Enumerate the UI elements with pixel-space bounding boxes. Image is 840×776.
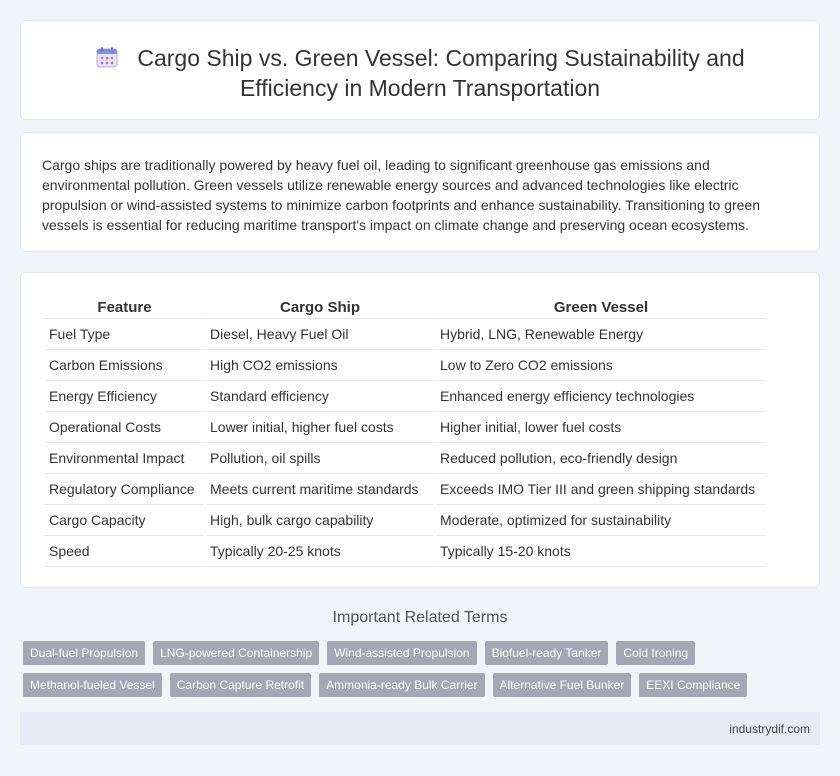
cargo-ship-cell: Typically 20-25 knots <box>206 536 434 567</box>
tag-cold-ironing[interactable]: Cold Ironing <box>616 641 696 665</box>
tag-wind-assisted-propulsion[interactable]: Wind-assisted Propulsion <box>327 641 477 665</box>
feature-cell: Operational Costs <box>45 412 204 443</box>
header-card: Cargo Ship vs. Green Vessel: Comparing S… <box>20 20 820 120</box>
feature-cell: Energy Efficiency <box>45 381 204 412</box>
green-vessel-cell: Typically 15-20 knots <box>436 536 766 567</box>
tag-dual-fuel-propulsion[interactable]: Dual-fuel Propulsion <box>23 641 146 665</box>
footer-site[interactable]: industrydif.com <box>729 722 810 736</box>
title-line-2: Efficiency in Modern Transportation <box>239 75 601 101</box>
page-title: Cargo Ship vs. Green Vessel: Comparing S… <box>21 43 819 103</box>
footer: industrydif.com <box>20 712 820 745</box>
table-row: Fuel Type Diesel, Heavy Fuel Oil Hybrid,… <box>45 319 766 350</box>
tag-lng-powered-containership[interactable]: LNG-powered Containership <box>153 641 320 665</box>
title-line-1: Cargo Ship vs. Green Vessel: Comparing S… <box>137 45 745 71</box>
tag-eexi-compliance[interactable]: EEXI Compliance <box>639 673 748 697</box>
tag-row: Dual-fuel Propulsion LNG-powered Contain… <box>23 641 783 665</box>
feature-cell: Environmental Impact <box>45 443 204 474</box>
table-row: Speed Typically 20-25 knots Typically 15… <box>45 536 766 567</box>
tag-biofuel-ready-tanker[interactable]: Biofuel-ready Tanker <box>484 641 609 665</box>
tag-alternative-fuel-bunker[interactable]: Alternative Fuel Bunker <box>492 673 632 697</box>
tag-methanol-fueled-vessel[interactable]: Methanol-fueled Vessel <box>23 673 162 697</box>
table-row: Carbon Emissions High CO2 emissions Low … <box>45 350 766 381</box>
feature-cell: Cargo Capacity <box>45 505 204 536</box>
intro-paragraph: Cargo ships are traditionally powered by… <box>42 157 760 233</box>
cargo-ship-cell: Lower initial, higher fuel costs <box>206 412 434 443</box>
comparison-table: Feature Cargo Ship Green Vessel Fuel Typ… <box>43 295 768 567</box>
feature-cell: Carbon Emissions <box>45 350 204 381</box>
cargo-ship-cell: Standard efficiency <box>206 381 434 412</box>
cargo-ship-cell: Meets current maritime standards <box>206 474 434 505</box>
intro-card: Cargo ships are traditionally powered by… <box>20 132 820 252</box>
tag-row: Methanol-fueled Vessel Carbon Capture Re… <box>23 673 783 697</box>
table-row: Cargo Capacity High, bulk cargo capabili… <box>45 505 766 536</box>
calendar-icon <box>96 47 118 68</box>
feature-cell: Fuel Type <box>45 319 204 350</box>
green-vessel-cell: Enhanced energy efficiency technologies <box>436 381 766 412</box>
cargo-ship-cell: Diesel, Heavy Fuel Oil <box>206 319 434 350</box>
tag-ammonia-ready-bulk-carrier[interactable]: Ammonia-ready Bulk Carrier <box>319 673 485 697</box>
feature-cell: Speed <box>45 536 204 567</box>
table-row: Regulatory Compliance Meets current mari… <box>45 474 766 505</box>
green-vessel-cell: Exceeds IMO Tier III and green shipping … <box>436 474 766 505</box>
table-row: Environmental Impact Pollution, oil spil… <box>45 443 766 474</box>
green-vessel-cell: Reduced pollution, eco-friendly design <box>436 443 766 474</box>
table-header-row: Feature Cargo Ship Green Vessel <box>45 295 766 319</box>
related-terms-title: Important Related Terms <box>332 609 508 626</box>
table-row: Energy Efficiency Standard efficiency En… <box>45 381 766 412</box>
related-terms-tags: Dual-fuel Propulsion LNG-powered Contain… <box>23 641 783 705</box>
header-feature: Feature <box>45 295 204 319</box>
green-vessel-cell: Hybrid, LNG, Renewable Energy <box>436 319 766 350</box>
header-cargo-ship: Cargo Ship <box>206 295 434 319</box>
cargo-ship-cell: High CO2 emissions <box>206 350 434 381</box>
green-vessel-cell: Higher initial, lower fuel costs <box>436 412 766 443</box>
green-vessel-cell: Moderate, optimized for sustainability <box>436 505 766 536</box>
table-row: Operational Costs Lower initial, higher … <box>45 412 766 443</box>
tag-carbon-capture-retrofit[interactable]: Carbon Capture Retrofit <box>169 673 312 697</box>
cargo-ship-cell: High, bulk cargo capability <box>206 505 434 536</box>
feature-cell: Regulatory Compliance <box>45 474 204 505</box>
comparison-card: Feature Cargo Ship Green Vessel Fuel Typ… <box>20 272 820 588</box>
header-green-vessel: Green Vessel <box>436 295 766 319</box>
cargo-ship-cell: Pollution, oil spills <box>206 443 434 474</box>
green-vessel-cell: Low to Zero CO2 emissions <box>436 350 766 381</box>
